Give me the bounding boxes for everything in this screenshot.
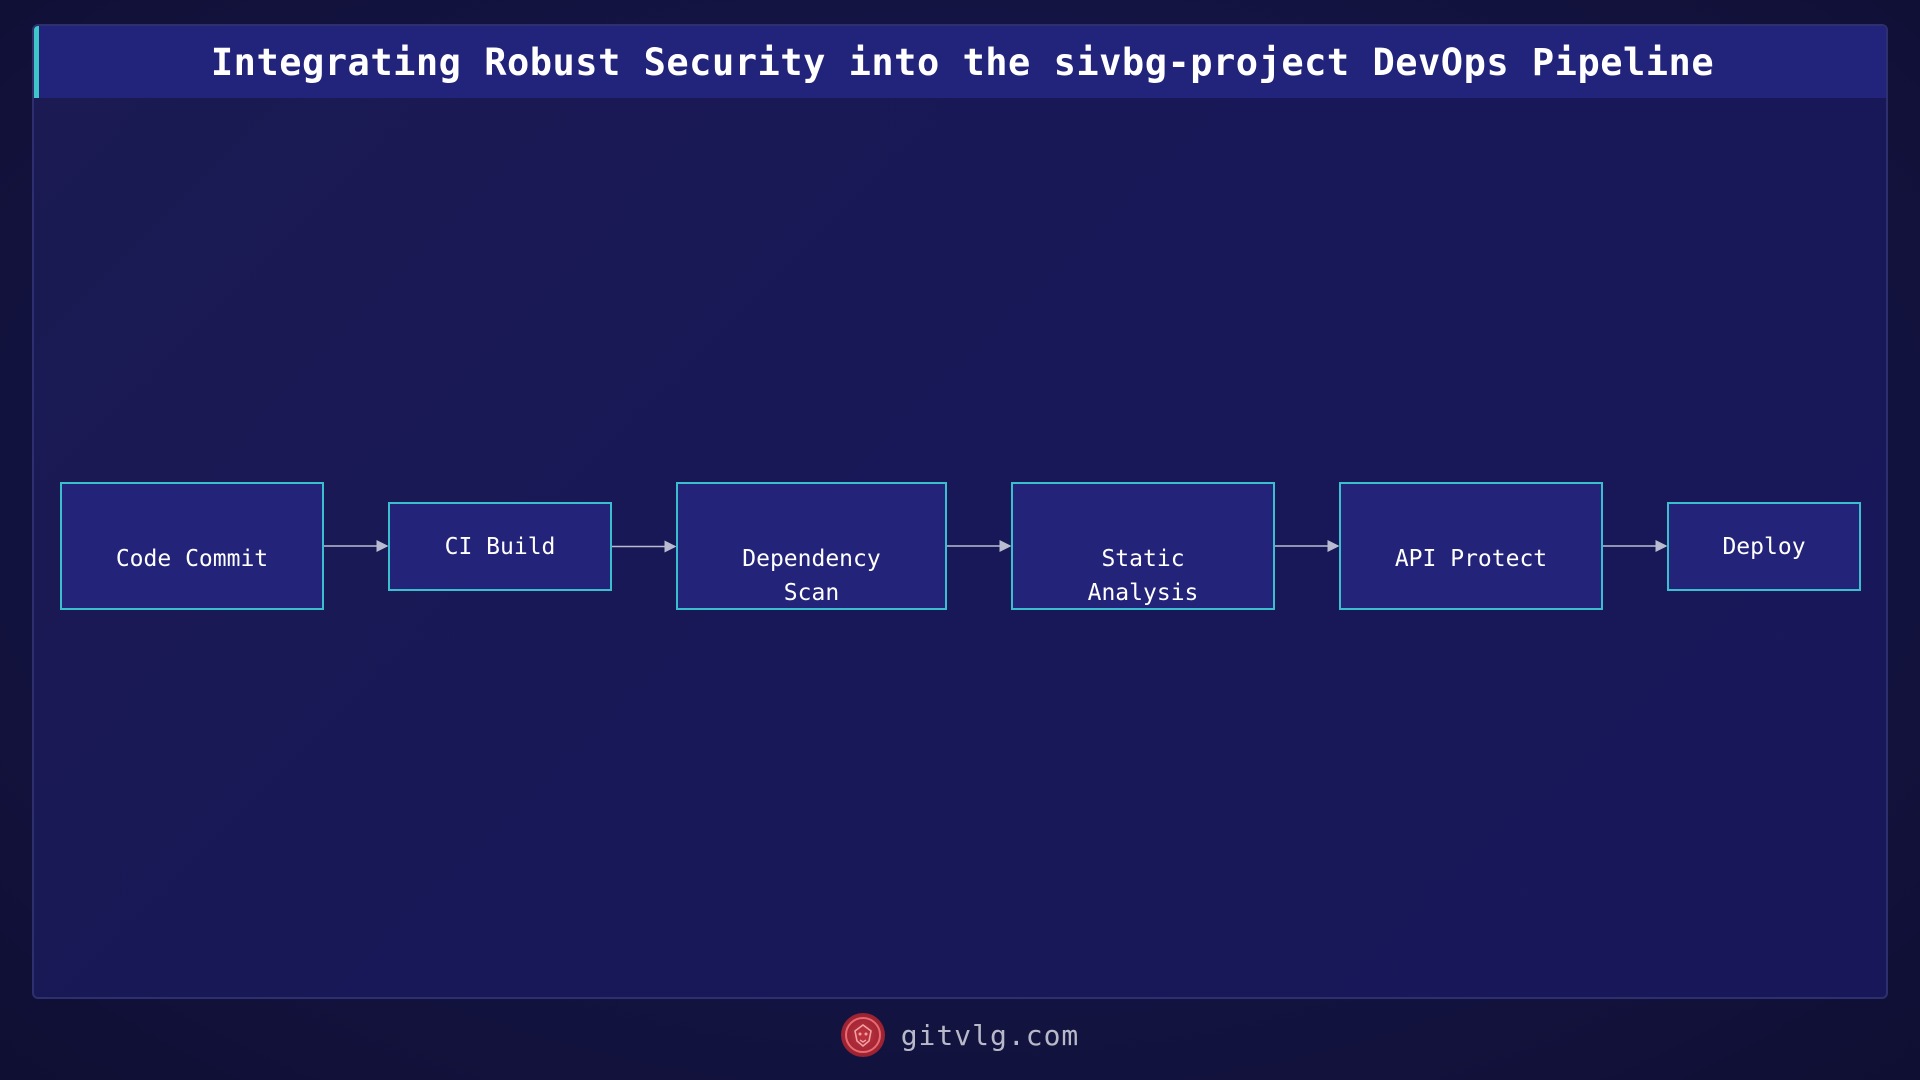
footer-site-link[interactable]: gitvlg.com: [901, 1019, 1080, 1052]
diagram-panel: Integrating Robust Security into the siv…: [32, 24, 1888, 999]
page-title: Integrating Robust Security into the siv…: [210, 40, 1715, 84]
lion-icon: [840, 1013, 885, 1057]
title-bar: Integrating Robust Security into the siv…: [34, 26, 1886, 98]
footer: gitvlg.com: [0, 1010, 1920, 1060]
